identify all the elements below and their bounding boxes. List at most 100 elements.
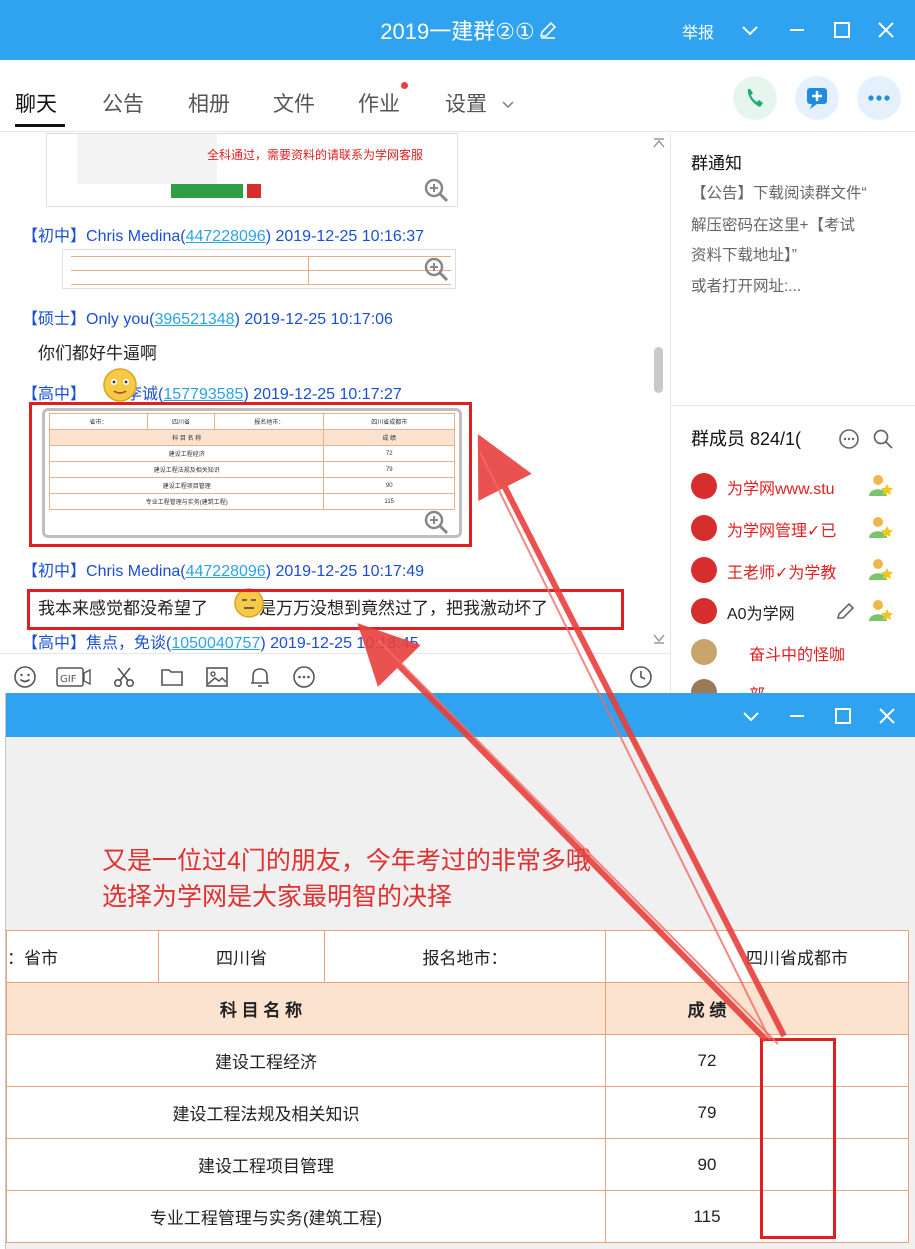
member-level: 【硕士】 bbox=[22, 311, 87, 328]
tab-files[interactable]: 文件 bbox=[273, 88, 315, 118]
emoji-icon[interactable] bbox=[13, 665, 37, 689]
subject-cell: 建设工程项目管理 bbox=[6, 1138, 606, 1191]
settings-chevron-icon bbox=[502, 101, 514, 109]
image-green-button bbox=[171, 184, 243, 198]
sender-name[interactable]: Chris Medina bbox=[86, 563, 180, 580]
tab-announcement[interactable]: 公告 bbox=[102, 88, 144, 118]
minimize-icon[interactable] bbox=[786, 705, 808, 727]
sender-qq-link[interactable]: 157793585 bbox=[163, 386, 243, 403]
notice-line[interactable]: 资料下载地址】” bbox=[691, 243, 797, 265]
sender-name[interactable]: 焦点，免谈 bbox=[86, 635, 166, 652]
member-item[interactable]: 王老师✓为学教 bbox=[691, 555, 915, 585]
close-icon[interactable] bbox=[876, 705, 898, 727]
history-clock-icon[interactable] bbox=[629, 665, 653, 689]
avatar[interactable] bbox=[691, 473, 717, 499]
input-toolbar: GIF bbox=[0, 653, 670, 693]
member-level: 【初中】 bbox=[22, 228, 87, 245]
avatar[interactable] bbox=[691, 557, 717, 583]
maximize-icon[interactable] bbox=[832, 705, 854, 727]
member-name: 为学网www.stu bbox=[727, 481, 835, 498]
chevron-down-icon[interactable] bbox=[738, 18, 762, 42]
header-subject: 科 目 名 称 bbox=[6, 982, 606, 1035]
scissors-icon[interactable] bbox=[112, 665, 136, 689]
chevron-down-icon[interactable] bbox=[740, 705, 762, 727]
member-item[interactable]: 部 bbox=[691, 677, 915, 693]
image-icon[interactable] bbox=[205, 665, 229, 689]
member-chat-icon[interactable] bbox=[837, 427, 861, 451]
image-table-line bbox=[71, 270, 451, 271]
message-image[interactable] bbox=[62, 249, 456, 289]
more-options-button[interactable] bbox=[857, 76, 901, 120]
caption-line-1: 又是一位过4门的朋友，今年考过的非常多哦 bbox=[102, 847, 591, 875]
chat-scrollbar[interactable] bbox=[654, 347, 663, 393]
scroll-up-icon[interactable] bbox=[652, 137, 666, 149]
group-message-button[interactable] bbox=[795, 76, 839, 120]
gif-icon[interactable]: GIF bbox=[56, 665, 92, 689]
more-icon[interactable] bbox=[292, 665, 316, 689]
sender-name[interactable]: Only you bbox=[86, 311, 149, 328]
avatar[interactable] bbox=[691, 639, 717, 665]
member-name: 王老师✓为学教 bbox=[727, 565, 837, 582]
viewer-title-bar bbox=[6, 693, 915, 737]
sender-qq-link[interactable]: 396521348 bbox=[154, 311, 234, 328]
edit-icon[interactable] bbox=[835, 600, 857, 622]
folder-icon[interactable] bbox=[160, 665, 184, 689]
zoom-in-icon[interactable] bbox=[422, 255, 450, 283]
member-item[interactable]: 奋斗中的怪咖 bbox=[691, 637, 915, 667]
scroll-down-icon[interactable] bbox=[652, 633, 666, 645]
avatar[interactable] bbox=[691, 679, 717, 693]
admin-badge-icon bbox=[869, 517, 893, 538]
member-item[interactable]: A0为学网 bbox=[691, 596, 915, 626]
admin-badge-icon bbox=[869, 475, 893, 496]
member-name: 奋斗中的怪咖 bbox=[749, 647, 846, 664]
avatar[interactable] bbox=[691, 598, 717, 624]
subject-cell: 建设工程法规及相关知识 bbox=[6, 1086, 606, 1139]
message-time: 2019-12-25 10:17:06 bbox=[244, 311, 393, 328]
admin-badge-icon bbox=[869, 559, 893, 580]
minimize-icon[interactable] bbox=[785, 18, 809, 42]
emoji-avatar-icon[interactable] bbox=[102, 367, 138, 403]
score-cell: 115 bbox=[605, 1190, 909, 1243]
tab-bar: 聊天 公告 相册 文件 作业 设置 bbox=[0, 60, 915, 132]
sender-qq-link[interactable]: 447228096 bbox=[186, 563, 266, 580]
tab-album[interactable]: 相册 bbox=[188, 88, 230, 118]
city-value: 四川省成都市 bbox=[746, 949, 848, 968]
highlight-box-scores bbox=[760, 1038, 836, 1239]
bell-icon[interactable] bbox=[248, 665, 272, 689]
maximize-icon[interactable] bbox=[830, 18, 854, 42]
group-notice-title[interactable]: 群通知 bbox=[691, 149, 742, 174]
member-level: 【高中】 bbox=[22, 386, 87, 403]
chat-message-area[interactable]: 全科通过，需要资料的请联系为学网客服 【初中】Chris Medina(4472… bbox=[0, 133, 670, 653]
zoom-in-icon[interactable] bbox=[422, 176, 450, 204]
notice-line[interactable]: 或者打开网址:... bbox=[691, 274, 801, 296]
member-name: 为学网管理✓已 bbox=[727, 523, 837, 540]
message-header: 【初中】Chris Medina(447228096) 2019-12-25 1… bbox=[22, 228, 425, 245]
edit-icon[interactable] bbox=[538, 20, 558, 40]
phone-call-button[interactable] bbox=[733, 76, 777, 120]
tab-homework[interactable]: 作业 bbox=[358, 88, 400, 118]
notice-line[interactable]: 解压密码在这里+【考试 bbox=[691, 213, 855, 235]
member-name: 部 bbox=[749, 681, 765, 693]
message-header: 【硕士】Only you(396521348) 2019-12-25 10:17… bbox=[22, 311, 393, 328]
message-header: 【初中】Chris Medina(447228096) 2019-12-25 1… bbox=[22, 563, 425, 580]
sender-qq-link[interactable]: 1050040757 bbox=[171, 635, 260, 652]
avatar[interactable] bbox=[691, 515, 717, 541]
notice-line[interactable]: 【公告】下载阅读群文件“ bbox=[691, 181, 867, 203]
table-row: 省市： 四川省 报名地市： 四川省成都市 bbox=[6, 930, 909, 983]
city-label-cell: 报名地市： bbox=[324, 930, 606, 983]
message-time: 2019-12-25 10:17:27 bbox=[253, 386, 402, 403]
member-item[interactable]: 为学网www.stu bbox=[691, 471, 915, 501]
sender-qq-link[interactable]: 447228096 bbox=[186, 228, 266, 245]
highlight-box-message bbox=[27, 589, 624, 630]
group-side-panel: 群通知 【公告】下载阅读群文件“ 解压密码在这里+【考试 资料下载地址】” 或者… bbox=[670, 133, 915, 693]
message-image[interactable]: 全科通过，需要资料的请联系为学网客服 bbox=[46, 133, 458, 207]
homework-notification-dot bbox=[401, 82, 408, 89]
member-item[interactable]: 为学网管理✓已 bbox=[691, 513, 915, 543]
close-icon[interactable] bbox=[874, 18, 898, 42]
tab-chat[interactable]: 聊天 bbox=[15, 88, 57, 118]
sender-name[interactable]: Chris Medina bbox=[86, 228, 180, 245]
header-score: 成 绩 bbox=[605, 982, 909, 1035]
tab-settings[interactable]: 设置 bbox=[445, 88, 487, 118]
search-icon[interactable] bbox=[871, 427, 895, 451]
report-button[interactable]: 举报 bbox=[682, 19, 714, 43]
